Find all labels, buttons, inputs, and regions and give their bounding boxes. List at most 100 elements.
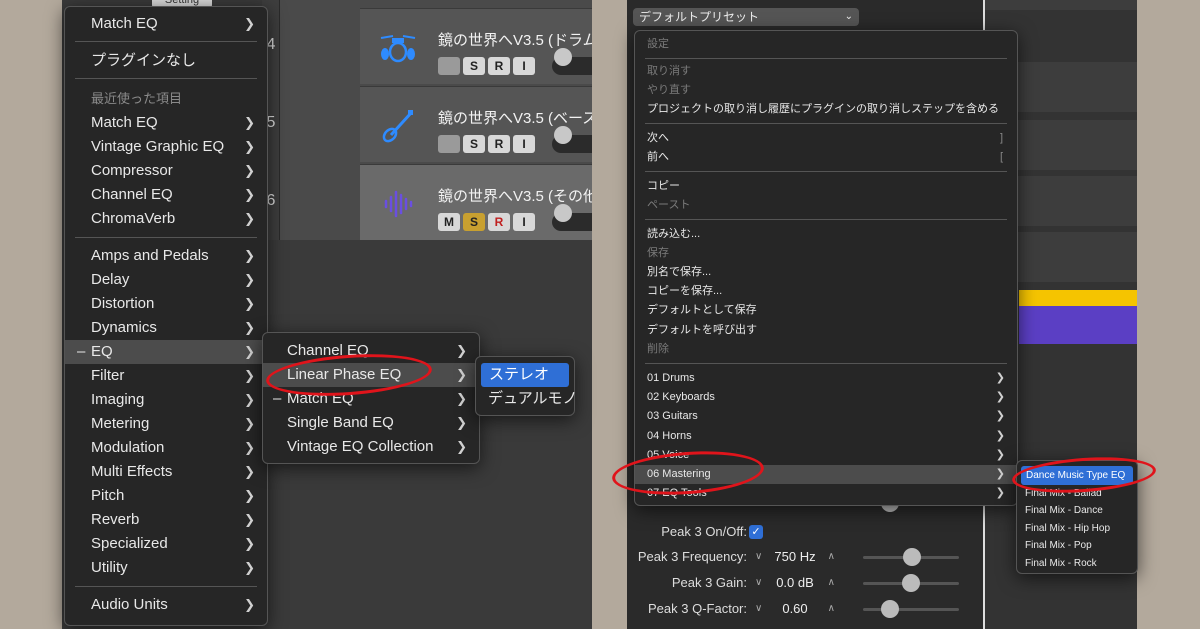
menu-item-stereo[interactable]: ステレオ	[481, 363, 569, 387]
menu-item-match-eq[interactable]: – Match EQ ❯	[263, 387, 479, 411]
slider-knob[interactable]	[903, 548, 921, 566]
menu-item-category[interactable]: Reverb ❯	[65, 508, 267, 532]
menu-item-no-plugin[interactable]: プラグインなし	[65, 49, 267, 73]
menu-item-recent[interactable]: Channel EQ ❯	[65, 183, 267, 207]
menu-item-include-undo[interactable]: プロジェクトの取り消し履歴にプラグインの取り消しステップを含める	[635, 100, 1017, 119]
menu-item-recent[interactable]: Match EQ ❯	[65, 111, 267, 135]
menu-item-paste[interactable]: ペースト	[635, 196, 1017, 215]
solo-button[interactable]: S	[463, 213, 485, 231]
peak3-gain-field[interactable]: ∨ 0.0 dB ∧	[751, 573, 839, 593]
menu-item-delete[interactable]: 削除	[635, 340, 1017, 359]
track-name: 鏡の世界へV3.5 (ドラム)	[438, 32, 592, 49]
menu-item-channel-eq[interactable]: Channel EQ ❯	[263, 339, 479, 363]
menu-item-category[interactable]: Filter ❯	[65, 364, 267, 388]
menu-item-audio-units[interactable]: Audio Units ❯	[65, 593, 267, 617]
audio-region-yellow[interactable]	[1019, 290, 1137, 306]
peak3-onoff-checkbox[interactable]: ✓	[749, 525, 763, 539]
preset-select[interactable]: デフォルトプリセット ⌄	[633, 8, 859, 26]
chevron-right-icon: ❯	[244, 416, 255, 431]
track-header-other[interactable]: 鏡の世界へV3.5 (その他) M S R I	[360, 164, 592, 240]
mute-button[interactable]	[438, 135, 460, 153]
menu-item-save-copy[interactable]: コピーを保存...	[635, 282, 1017, 301]
menu-item-category[interactable]: Amps and Pedals ❯	[65, 244, 267, 268]
input-monitor-button[interactable]: I	[513, 213, 535, 231]
chevron-right-icon: ❯	[244, 139, 255, 154]
menu-item-single-band-eq[interactable]: Single Band EQ ❯	[263, 411, 479, 435]
menu-item-recent[interactable]: ChromaVerb ❯	[65, 207, 267, 231]
param-peak3-q: Peak 3 Q-Factor: ∨ 0.60 ∧	[627, 597, 983, 621]
peak3-q-field[interactable]: ∨ 0.60 ∧	[751, 599, 839, 619]
menu-item-copy[interactable]: コピー	[635, 177, 1017, 196]
preset-item[interactable]: Final Mix - Rock	[1017, 554, 1137, 573]
solo-button[interactable]: S	[463, 57, 485, 75]
chevron-right-icon: ❯	[244, 464, 255, 479]
menu-item-previous[interactable]: 前へ[	[635, 148, 1017, 167]
menu-item-save-default[interactable]: デフォルトとして保存	[635, 301, 1017, 320]
menu-item-category[interactable]: Distortion ❯	[65, 292, 267, 316]
menu-item-vintage-eq-collection[interactable]: Vintage EQ Collection ❯	[263, 435, 479, 459]
chevron-right-icon: ❯	[244, 16, 255, 31]
menu-item-undo[interactable]: 取り消す	[635, 62, 1017, 81]
input-monitor-button[interactable]: I	[513, 57, 535, 75]
menu-item-save[interactable]: 保存	[635, 244, 1017, 263]
menu-item-category[interactable]: Delay ❯	[65, 268, 267, 292]
mastering-submenu: Dance Music Type EQ Final Mix - Ballad F…	[1016, 460, 1138, 574]
plugin-menu: Match EQ ❯ プラグインなし 最近使った項目 Match EQ ❯ Vint…	[64, 6, 268, 626]
menu-item-category[interactable]: Modulation ❯	[65, 436, 267, 460]
input-monitor-button[interactable]: I	[513, 135, 535, 153]
peak3-q-slider[interactable]	[863, 608, 959, 611]
menu-item-category[interactable]: Utility ❯	[65, 556, 267, 580]
menu-item-folder[interactable]: 01 Drums ❯	[635, 369, 1017, 388]
chevron-down-icon: ⌄	[844, 11, 853, 22]
menu-item-load[interactable]: 読み込む...	[635, 225, 1017, 244]
preset-item[interactable]: Final Mix - Dance	[1017, 501, 1137, 520]
chevron-right-icon: ❯	[244, 488, 255, 503]
record-button[interactable]: R	[488, 57, 510, 75]
chevron-right-icon: ❯	[995, 391, 1005, 403]
menu-item-folder[interactable]: 07 EQ Tools ❯	[635, 484, 1017, 503]
preset-item[interactable]: Final Mix - Pop	[1017, 536, 1137, 555]
volume-fader-knob[interactable]	[554, 48, 572, 66]
menu-item-category[interactable]: Dynamics ❯	[65, 316, 267, 340]
menu-item-linear-phase-eq[interactable]: Linear Phase EQ ❯	[263, 363, 479, 387]
menu-item-recent[interactable]: Compressor ❯	[65, 159, 267, 183]
param-peak3-onoff: Peak 3 On/Off: ✓	[627, 520, 983, 544]
volume-fader-knob[interactable]	[554, 126, 572, 144]
menu-item-category[interactable]: Specialized ❯	[65, 532, 267, 556]
menu-item-category[interactable]: Multi Effects ❯	[65, 460, 267, 484]
menu-item-category[interactable]: Pitch ❯	[65, 484, 267, 508]
audio-region-purple[interactable]	[1019, 306, 1137, 344]
peak3-frequency-field[interactable]: ∨ 750 Hz ∧	[751, 547, 839, 567]
chevron-right-icon: ❯	[244, 115, 255, 130]
menu-item-next[interactable]: 次へ]	[635, 129, 1017, 148]
menu-item-dual-mono[interactable]: デュアルモノ	[476, 387, 578, 411]
track-name: 鏡の世界へV3.5 (ベース)	[438, 110, 592, 127]
track-header-drums[interactable]: 鏡の世界へV3.5 (ドラム) S R I	[360, 8, 592, 84]
record-button[interactable]: R	[488, 135, 510, 153]
menu-item-redo[interactable]: やり直す	[635, 81, 1017, 100]
menu-item-category[interactable]: Imaging ❯	[65, 388, 267, 412]
mute-button[interactable]	[438, 57, 460, 75]
param-label: Peak 3 Frequency:	[637, 549, 747, 564]
track-header-bass[interactable]: 鏡の世界へV3.5 (ベース) S R I	[360, 86, 592, 162]
menu-item-match-eq-top[interactable]: Match EQ ❯	[65, 12, 267, 36]
solo-button[interactable]: S	[463, 135, 485, 153]
menu-item-folder-mastering[interactable]: 06 Mastering ❯	[635, 465, 1017, 484]
slider-knob[interactable]	[881, 600, 899, 618]
menu-item-recall-default[interactable]: デフォルトを呼び出す	[635, 321, 1017, 340]
menu-item-folder[interactable]: 03 Guitars ❯	[635, 407, 1017, 426]
menu-item-save-as[interactable]: 別名で保存...	[635, 263, 1017, 282]
chevron-right-icon: ❯	[244, 163, 255, 178]
volume-fader-knob[interactable]	[554, 204, 572, 222]
menu-item-folder[interactable]: 05 Voice ❯	[635, 446, 1017, 465]
preset-dance-music-type-eq[interactable]: Dance Music Type EQ	[1021, 466, 1133, 485]
menu-item-folder[interactable]: 04 Horns ❯	[635, 427, 1017, 446]
mute-button[interactable]: M	[438, 213, 460, 231]
eq-submenu: Channel EQ ❯ Linear Phase EQ ❯ – Match EQ ❯ …	[262, 332, 480, 464]
menu-item-category-eq[interactable]: – EQ ❯	[65, 340, 267, 364]
menu-item-folder[interactable]: 02 Keyboards ❯	[635, 388, 1017, 407]
menu-item-category[interactable]: Metering ❯	[65, 412, 267, 436]
menu-item-recent[interactable]: Vintage Graphic EQ ❯	[65, 135, 267, 159]
record-button[interactable]: R	[488, 213, 510, 231]
slider-knob[interactable]	[902, 574, 920, 592]
